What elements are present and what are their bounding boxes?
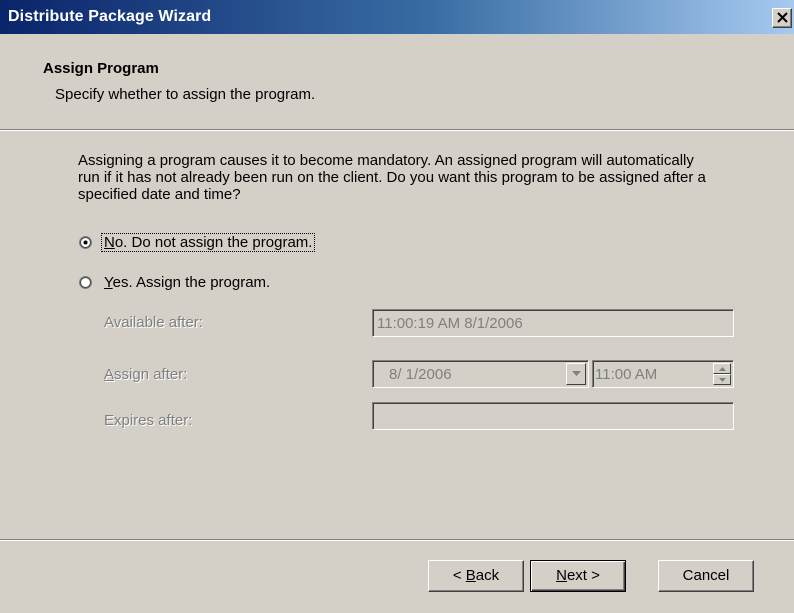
back-prefix: < [452, 567, 466, 584]
footer-divider [0, 539, 794, 541]
available-after-label: Available after: [104, 314, 203, 331]
arrow-up-icon [719, 367, 726, 371]
close-icon [777, 12, 788, 23]
option-yes-row[interactable]: Yes. Assign the program. [79, 274, 272, 291]
time-spinner[interactable] [713, 363, 731, 385]
spin-up-button[interactable] [713, 363, 731, 374]
assign-date-value: 8/ 1/2006 [389, 366, 452, 383]
mnemonic-a: A [104, 366, 115, 383]
option-no-row[interactable]: No. Do not assign the program. [79, 233, 316, 252]
cancel-button[interactable]: Cancel [658, 560, 754, 592]
radio-yes[interactable] [79, 276, 92, 289]
assign-after-text: ssign after: [114, 366, 188, 383]
wizard-header: Assign Program Specify whether to assign… [0, 34, 794, 130]
available-after-field[interactable]: 11:00:19 AM 8/1/2006 [372, 309, 734, 337]
next-button[interactable]: Next > [530, 560, 626, 592]
next-text: ext > [566, 567, 600, 584]
assign-time-picker[interactable]: 11:00 AM [592, 360, 734, 388]
option-no-text: o. Do not assign the program. [114, 234, 313, 251]
expires-after-label: Expires after: [104, 412, 193, 429]
radio-unselected-icon [79, 276, 92, 289]
back-button[interactable]: < Back [428, 560, 524, 592]
assign-time-value: 11:00 AM [595, 366, 658, 383]
close-button[interactable] [772, 8, 792, 28]
header-divider [0, 129, 794, 131]
option-yes-text: es. Assign the program. [112, 274, 271, 291]
assign-date-picker[interactable]: 8/ 1/2006 [372, 360, 589, 388]
mnemonic-n: N [104, 234, 115, 251]
mnemonic-next: N [556, 567, 567, 584]
expires-after-field[interactable] [372, 402, 734, 430]
description-text: Assigning a program causes it to become … [78, 152, 706, 203]
window-title: Distribute Package Wizard [8, 8, 212, 25]
title-bar[interactable]: Distribute Package Wizard [0, 0, 794, 34]
spin-down-button[interactable] [713, 374, 731, 385]
wizard-window: Distribute Package Wizard Assign Program… [0, 0, 794, 613]
back-text: ack [475, 567, 500, 584]
radio-selected-icon [79, 236, 92, 249]
assign-after-label: Assign after: [104, 366, 187, 383]
arrow-down-icon [719, 378, 726, 382]
option-no-label[interactable]: No. Do not assign the program. [100, 233, 316, 252]
mnemonic-y: Y [104, 274, 113, 291]
option-yes-label[interactable]: Yes. Assign the program. [102, 274, 272, 291]
chevron-down-icon [572, 371, 581, 376]
page-subtitle: Specify whether to assign the program. [55, 86, 316, 103]
page-title: Assign Program [43, 60, 159, 77]
radio-no[interactable] [79, 236, 92, 249]
date-dropdown-button[interactable] [566, 363, 586, 385]
mnemonic-b: B [465, 567, 476, 584]
